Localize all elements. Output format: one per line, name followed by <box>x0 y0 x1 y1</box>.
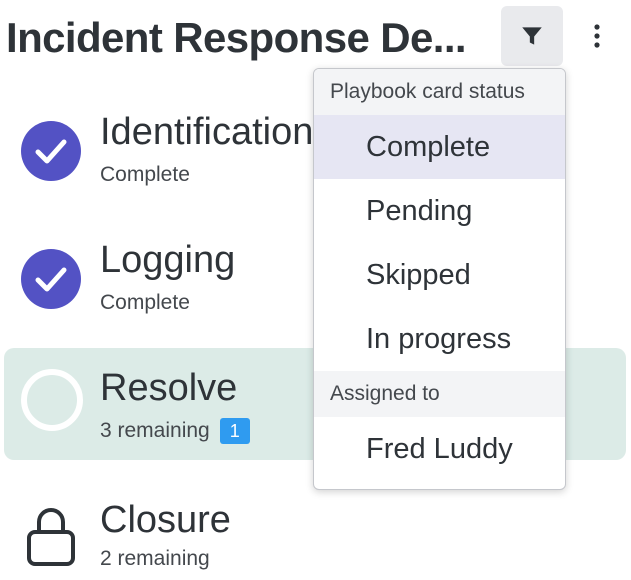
step-status: Complete <box>100 163 190 186</box>
check-circle-icon <box>21 249 81 309</box>
lock-icon <box>27 508 75 566</box>
more-options-button[interactable] <box>582 12 612 60</box>
menu-item-pending[interactable]: Pending <box>314 179 565 243</box>
filter-button[interactable] <box>501 6 563 66</box>
filter-icon <box>522 27 542 45</box>
menu-item-fred-luddy[interactable]: Fred Luddy <box>314 417 565 481</box>
step-name: Logging <box>100 239 236 281</box>
empty-circle-icon <box>21 369 83 431</box>
step-name: Resolve <box>100 367 238 409</box>
step-name: Identification <box>100 111 314 153</box>
count-badge: 1 <box>219 418 250 445</box>
page-title: Incident Response De... <box>6 14 467 61</box>
menu-group-label-assigned: Assigned to <box>314 371 565 417</box>
check-circle-icon <box>21 121 81 181</box>
menu-item-in-progress[interactable]: In progress <box>314 307 565 371</box>
more-vertical-icon <box>594 24 600 48</box>
menu-item-complete[interactable]: Complete <box>314 115 565 179</box>
menu-group-label-status: Playbook card status <box>314 69 565 115</box>
playbook-step-closure[interactable]: Closure 2 remaining <box>0 492 631 580</box>
step-status: Complete <box>100 291 190 314</box>
step-status: 2 remaining <box>100 547 210 570</box>
menu-item-skipped[interactable]: Skipped <box>314 243 565 307</box>
step-name: Closure <box>100 499 231 541</box>
filter-dropdown-menu: Playbook card status Complete Pending Sk… <box>313 68 566 490</box>
step-status: 3 remaining <box>100 419 210 442</box>
